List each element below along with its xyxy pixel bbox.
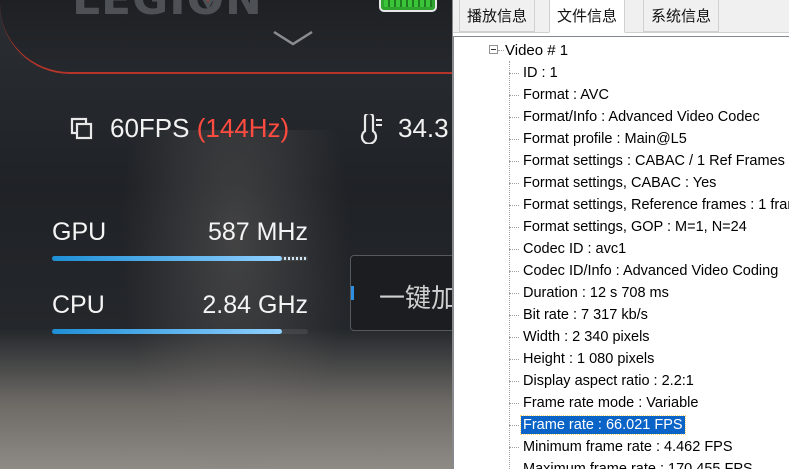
tree-property-row[interactable]: Maximum frame rate : 170.455 FPS [454, 458, 789, 469]
tree-property-row[interactable]: Format : AVC [454, 84, 789, 106]
one-click-boost-button[interactable]: 一键加 [350, 255, 452, 331]
property-text: Duration : 12 s 708 ms [523, 285, 669, 301]
property-text: Frame rate : 66.021 FPS [520, 415, 686, 435]
tab-system-info[interactable]: 系统信息 [643, 0, 720, 32]
tree-property-row[interactable]: Minimum frame rate : 4.462 FPS [454, 436, 789, 458]
property-text: Height : 1 080 pixels [523, 351, 655, 367]
tree-connector [509, 227, 519, 228]
tree-property-row[interactable]: Format settings, CABAC : Yes [454, 172, 789, 194]
tree-connector [509, 403, 519, 404]
tree-connector [509, 73, 519, 74]
fps-readout: 60FPS (144Hz) [110, 113, 289, 144]
battery-icon [379, 0, 437, 12]
tree-property-row[interactable]: Format/Info : Advanced Video Codec [454, 106, 789, 128]
tree-connector [509, 161, 519, 162]
tree-connector [509, 183, 519, 184]
tab-label: 系统信息 [651, 7, 712, 25]
refresh-rate: (144Hz) [196, 113, 290, 143]
tree-connector [509, 293, 519, 294]
tree-connector [509, 447, 519, 448]
cpu-label: CPU [52, 291, 105, 319]
property-text: Display aspect ratio : 2.2:1 [523, 373, 694, 389]
tree-connector [509, 271, 519, 272]
tree-connector [509, 425, 519, 426]
tree-property-row[interactable]: Duration : 12 s 708 ms [454, 282, 789, 304]
tree-connector [509, 139, 519, 140]
property-text: Bit rate : 7 317 kb/s [523, 307, 648, 323]
property-list: ID : 1 Format : AVC Format/Info : Advanced… [454, 62, 789, 469]
fps-value: 60FPS [110, 113, 190, 143]
property-text: Codec ID/Info : Advanced Video Coding [523, 263, 779, 279]
legion-logo: LEGION [72, 0, 263, 25]
temperature-value: 34.3 [398, 113, 449, 143]
property-text: Width : 2 340 pixels [523, 329, 650, 345]
gpu-usage-bar-fill [52, 256, 283, 261]
tree-property-row[interactable]: Frame rate mode : Variable [454, 392, 789, 414]
tree-property-row[interactable]: Format settings : CABAC / 1 Ref Frames [454, 150, 789, 172]
collapse-toggle-icon[interactable] [489, 45, 498, 54]
property-text: Format settings, Reference frames : 1 fr… [523, 197, 789, 213]
tree-property-row[interactable]: Codec ID/Info : Advanced Video Coding [454, 260, 789, 282]
tree-property-row[interactable]: Bit rate : 7 317 kb/s [454, 304, 789, 326]
tree-connector [509, 381, 519, 382]
property-text: Maximum frame rate : 170.455 FPS [523, 461, 753, 469]
gpu-clock-value: 587 MHz [207, 218, 308, 246]
property-text: Frame rate mode : Variable [523, 395, 699, 411]
tab-playback-info[interactable]: 播放信息 [459, 0, 536, 32]
property-text: Codec ID : avc1 [523, 241, 627, 257]
tree-property-row[interactable]: Width : 2 340 pixels [454, 326, 789, 348]
gpu-label: GPU [52, 218, 107, 246]
property-text: Format profile : Main@L5 [523, 131, 687, 147]
tree-property-row[interactable]: Display aspect ratio : 2.2:1 [454, 370, 789, 392]
cpu-usage-bar-fill [52, 329, 283, 334]
mediainfo-panel: 播放信息 文件信息 系统信息 Video # 1 ID : 1 Format : … [452, 0, 789, 469]
cpu-clock-value: 2.84 GHz [202, 291, 308, 319]
tree-property-row[interactable]: Format profile : Main@L5 [454, 128, 789, 150]
info-tabs: 播放信息 文件信息 系统信息 [453, 0, 789, 33]
tree-property-row[interactable]: Frame rate : 66.021 FPS [454, 414, 789, 436]
fps-stats-row: 60FPS (144Hz) 34.3 [66, 108, 452, 148]
tree-connector [509, 359, 519, 360]
tree-connector [509, 205, 519, 206]
tab-label: 文件信息 [557, 7, 618, 25]
property-text: Format/Info : Advanced Video Codec [523, 109, 760, 125]
one-click-boost-label: 一键加 [379, 283, 452, 313]
chevron-down-icon[interactable] [272, 30, 314, 46]
tree-property-row[interactable]: Height : 1 080 pixels [454, 348, 789, 370]
cpu-usage-bar [52, 329, 308, 334]
gpu-usage-bar [52, 256, 308, 261]
tree-connector [509, 249, 519, 250]
button-accent-mark [351, 286, 354, 300]
tree-connector [509, 337, 519, 338]
tree-property-row[interactable]: Format settings, Reference frames : 1 fr… [454, 194, 789, 216]
game-overlay-frame: LEGION 60FPS (144Hz) 34.3 GPU 587 MHz [0, 0, 452, 469]
property-text: Format settings, GOP : M=1, N=24 [523, 219, 747, 235]
tree-connector [498, 50, 504, 51]
tree-node-video-1[interactable]: Video # 1 [505, 42, 568, 59]
property-text: Format settings, CABAC : Yes [523, 175, 717, 191]
tree-connector [509, 117, 519, 118]
property-text: Format settings : CABAC / 1 Ref Frames [523, 153, 785, 169]
tab-label: 播放信息 [467, 7, 528, 25]
frames-icon [70, 117, 93, 140]
overlay-header-panel: LEGION [0, 0, 452, 74]
thermometer-icon [360, 114, 382, 144]
tree-connector [509, 95, 519, 96]
tree-connector [509, 315, 519, 316]
property-text: Minimum frame rate : 4.462 FPS [523, 439, 733, 455]
legion-y-emblem-icon [202, 0, 214, 8]
file-info-tree[interactable]: Video # 1 ID : 1 Format : AVC Format/Info … [453, 36, 789, 469]
tree-property-row[interactable]: Format settings, GOP : M=1, N=24 [454, 216, 789, 238]
tab-file-info[interactable]: 文件信息 [549, 0, 626, 33]
property-text: ID : 1 [523, 65, 558, 81]
tree-property-row[interactable]: Codec ID : avc1 [454, 238, 789, 260]
tree-property-row[interactable]: ID : 1 [454, 62, 789, 84]
gpu-usage-bar-tail [284, 257, 308, 260]
property-text: Format : AVC [523, 87, 609, 103]
